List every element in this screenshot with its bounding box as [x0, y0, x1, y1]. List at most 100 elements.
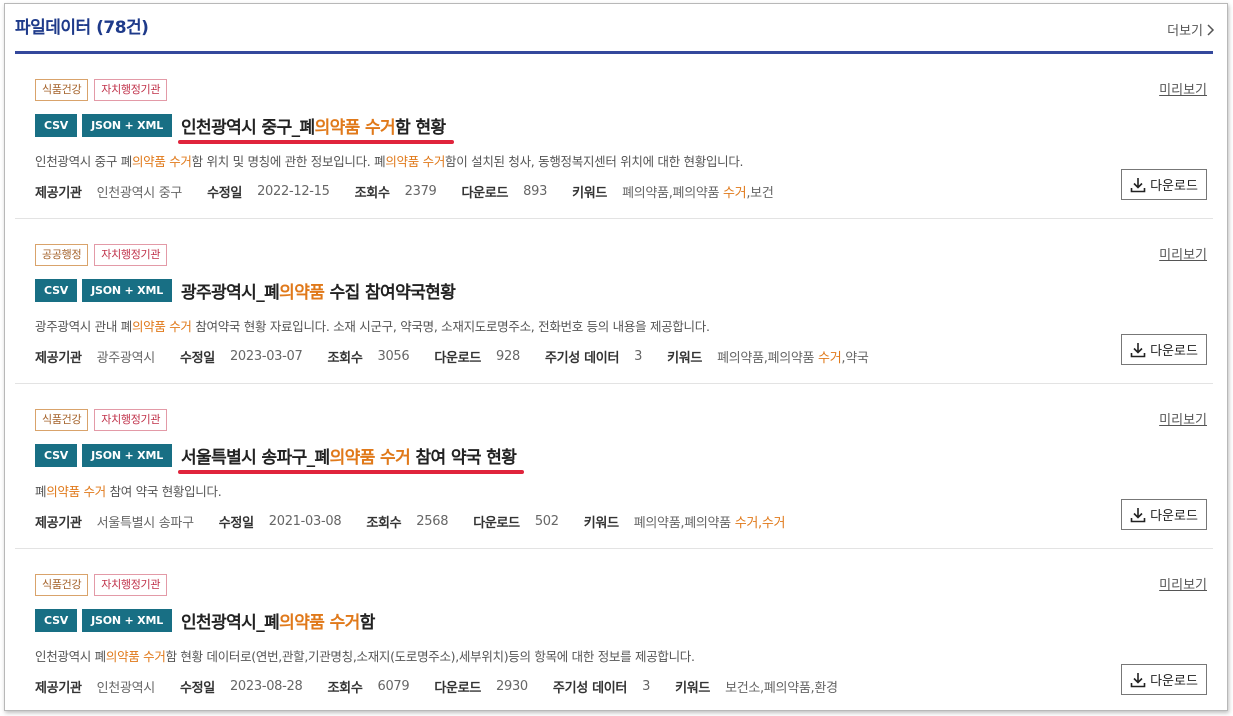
dataset-item: 공공행정 자치행정기관 미리보기 CSV JSON + XML 광주광역시_폐의약품 수집…: [15, 219, 1213, 384]
desc-text: 참여 약국 현황입니다.: [105, 484, 222, 499]
downloads-label: 다운로드: [473, 516, 520, 531]
keyword-text: 폐의약품,폐의약품: [622, 186, 724, 201]
highlight-term: 수거: [723, 186, 747, 201]
preview-link[interactable]: 미리보기: [1159, 79, 1207, 98]
provider-value: 광주광역시: [96, 351, 156, 366]
title-row: CSV JSON + XML 인천광역시 중구_폐의약품 수거함 현황: [35, 113, 454, 144]
downloads-value: 928: [496, 349, 520, 364]
preview-link[interactable]: 미리보기: [1159, 409, 1207, 428]
keywords-label: 키워드: [572, 186, 608, 201]
more-link[interactable]: 더보기: [1167, 20, 1215, 39]
keyword-text: ,약국: [841, 351, 869, 366]
downloads-label: 다운로드: [434, 681, 482, 696]
download-button[interactable]: 다운로드: [1121, 664, 1207, 695]
provider-value: 서울특별시 송파구: [96, 516, 194, 531]
periodic-label: 주기성 데이터: [544, 351, 620, 366]
category-tags: 공공행정 자치행정기관: [35, 244, 168, 266]
periodic-value: 3: [642, 679, 651, 694]
desc-text: 함 현황 데이터로(연번,관할,기관명칭,소재지(도로명주소),세부위치)등의 …: [165, 649, 695, 664]
keyword-text: 보건소,폐의약품,환경: [725, 681, 838, 696]
highlight-term: 의약품 수거: [46, 484, 106, 499]
modified-value: 2022-12-15: [257, 184, 330, 199]
category-tag[interactable]: 식품건강: [35, 574, 89, 596]
views-label: 조회수: [327, 681, 363, 696]
provider-label: 제공기관: [35, 516, 82, 531]
provider-value: 인천광역시 중구: [96, 186, 183, 201]
red-underline-annotation: [178, 140, 454, 144]
red-underline-annotation: [178, 470, 525, 474]
category-tag[interactable]: 식품건강: [35, 79, 89, 101]
downloads-value: 2930: [496, 679, 528, 694]
download-button[interactable]: 다운로드: [1121, 334, 1207, 365]
title-text: 참여 약국 현황: [410, 448, 517, 468]
csv-badge[interactable]: CSV: [35, 609, 78, 632]
highlight-term: 의약품 수거: [105, 649, 166, 664]
category-tag[interactable]: 자치행정기관: [94, 409, 168, 431]
periodic-label: 주기성 데이터: [552, 681, 628, 696]
title-text: 수집 참여약국현황: [324, 283, 456, 303]
dataset-title[interactable]: 광주광역시_폐의약품 수집 참여약국현황: [181, 278, 456, 303]
csv-badge[interactable]: CSV: [35, 114, 78, 137]
download-label: 다운로드: [1150, 509, 1198, 524]
downloads-label: 다운로드: [434, 351, 482, 366]
category-tag[interactable]: 공공행정: [35, 244, 89, 266]
provider-value: 인천광역시: [96, 681, 156, 696]
highlight-term: 의약품 수거: [131, 154, 192, 169]
modified-value: 2023-08-28: [229, 679, 303, 694]
category-tag[interactable]: 자치행정기관: [94, 79, 168, 101]
json-xml-badge[interactable]: JSON + XML: [82, 279, 173, 302]
downloads-value: 502: [534, 514, 559, 529]
keywords-value: 보건소,폐의약품,환경: [725, 677, 838, 696]
dataset-title[interactable]: 인천광역시_폐의약품 수거함: [181, 608, 375, 633]
dataset-title[interactable]: 서울특별시 송파구_폐의약품 수거 참여 약국 현황: [178, 443, 525, 474]
title-text: 서울특별시 송파구_폐: [181, 448, 330, 468]
dataset-description: 인천광역시 폐의약품 수거함 현황 데이터로(연번,관할,기관명칭,소재지(도로…: [35, 646, 695, 665]
csv-badge[interactable]: CSV: [35, 279, 78, 302]
category-tag[interactable]: 자치행정기관: [94, 244, 168, 266]
periodic-value: 3: [634, 349, 643, 364]
views-value: 2379: [404, 184, 437, 199]
title-row: CSV JSON + XML 인천광역시_폐의약품 수거함: [35, 608, 375, 633]
category-tag[interactable]: 식품건강: [35, 409, 89, 431]
keywords-value: 폐의약품,폐의약품 수거,수거: [634, 512, 786, 531]
provider-label: 제공기관: [35, 186, 82, 201]
keyword-text: 폐의약품,폐의약품: [717, 351, 819, 366]
csv-badge[interactable]: CSV: [35, 444, 78, 467]
category-tag[interactable]: 자치행정기관: [94, 574, 168, 596]
json-xml-badge[interactable]: JSON + XML: [82, 114, 173, 137]
desc-text: 폐: [35, 484, 47, 499]
category-tags: 식품건강 자치행정기관: [35, 574, 168, 596]
desc-text: 참여약국 현황 자료입니다. 소재 시군구, 약국명, 소재지도로명주소, 전화…: [191, 319, 710, 334]
section-title: 파일데이터 (78건): [15, 18, 149, 38]
dataset-list: 식품건강 자치행정기관 미리보기 CSV JSON + XML 인천광역시 중구_폐의약품…: [15, 54, 1213, 710]
highlight-term: 수거,수거: [734, 516, 786, 531]
download-icon: [1130, 177, 1146, 192]
modified-value: 2021-03-08: [268, 514, 342, 529]
download-label: 다운로드: [1150, 674, 1198, 689]
dataset-item: 식품건강 자치행정기관 미리보기 CSV JSON + XML 인천광역시 중구_폐의약품…: [15, 54, 1213, 219]
metadata-row: 제공기관 인천광역시 수정일 2023-08-28 조회수 6079 다운로드 2930 주기성…: [35, 677, 838, 696]
dataset-item: 식품건강 자치행정기관 미리보기 CSV JSON + XML 인천광역시_폐의약품 수거…: [15, 549, 1213, 710]
metadata-row: 제공기관 광주광역시 수정일 2023-03-07 조회수 3056 다운로드 928 주기성 …: [35, 347, 869, 366]
desc-text: 인천광역시 중구 폐: [35, 154, 132, 169]
preview-link[interactable]: 미리보기: [1159, 574, 1207, 593]
highlight-term: 의약품 수거: [329, 448, 411, 468]
modified-value: 2023-03-07: [229, 349, 303, 364]
more-label: 더보기: [1167, 24, 1203, 39]
highlight-term: 의약품 수거: [385, 154, 446, 169]
download-button[interactable]: 다운로드: [1121, 169, 1207, 200]
desc-text: 함 위치 및 명칭에 관한 정보입니다. 폐: [191, 154, 386, 169]
json-xml-badge[interactable]: JSON + XML: [82, 609, 173, 632]
highlight-term: 의약품 수거: [314, 118, 396, 138]
keywords-label: 키워드: [667, 351, 703, 366]
highlight-term: 수거: [818, 351, 842, 366]
download-button[interactable]: 다운로드: [1121, 499, 1207, 530]
views-value: 2568: [416, 514, 449, 529]
preview-link[interactable]: 미리보기: [1159, 244, 1207, 263]
dataset-description: 광주광역시 관내 폐의약품 수거 참여약국 현황 자료입니다. 소재 시군구, …: [35, 316, 710, 335]
highlight-term: 의약품 수거: [279, 613, 360, 633]
metadata-row: 제공기관 서울특별시 송파구 수정일 2021-03-08 조회수 2568 다운로드 502…: [35, 512, 785, 531]
dataset-title[interactable]: 인천광역시 중구_폐의약품 수거함 현황: [178, 113, 454, 144]
json-xml-badge[interactable]: JSON + XML: [82, 444, 173, 467]
download-label: 다운로드: [1150, 179, 1198, 194]
